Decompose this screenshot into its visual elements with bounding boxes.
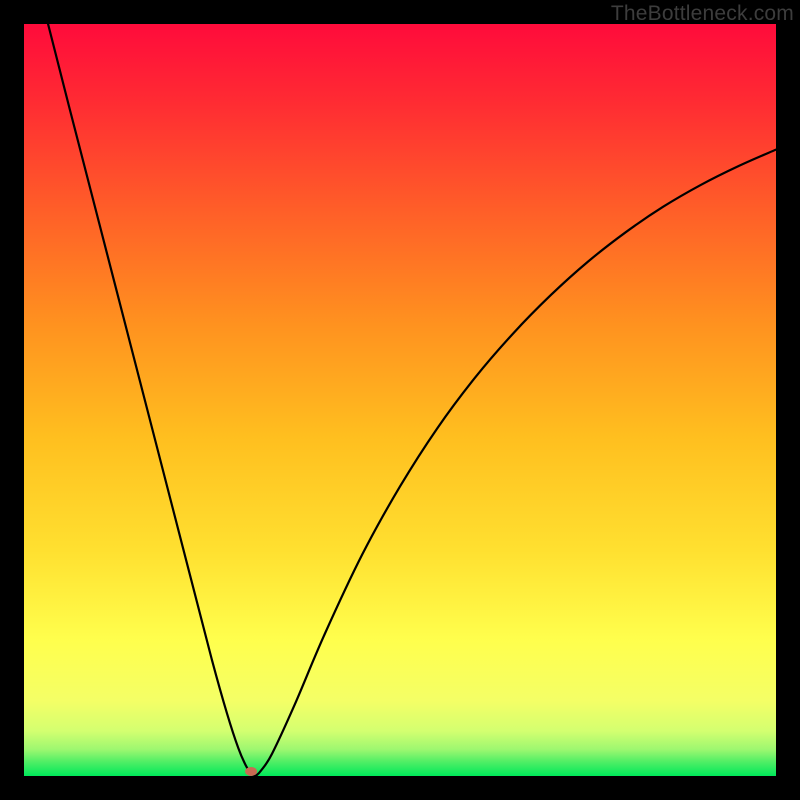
chart-frame bbox=[24, 24, 776, 776]
bottleneck-chart bbox=[24, 24, 776, 776]
watermark-text: TheBottleneck.com bbox=[611, 2, 794, 26]
gradient-background bbox=[24, 24, 776, 776]
minimum-marker bbox=[245, 767, 257, 776]
